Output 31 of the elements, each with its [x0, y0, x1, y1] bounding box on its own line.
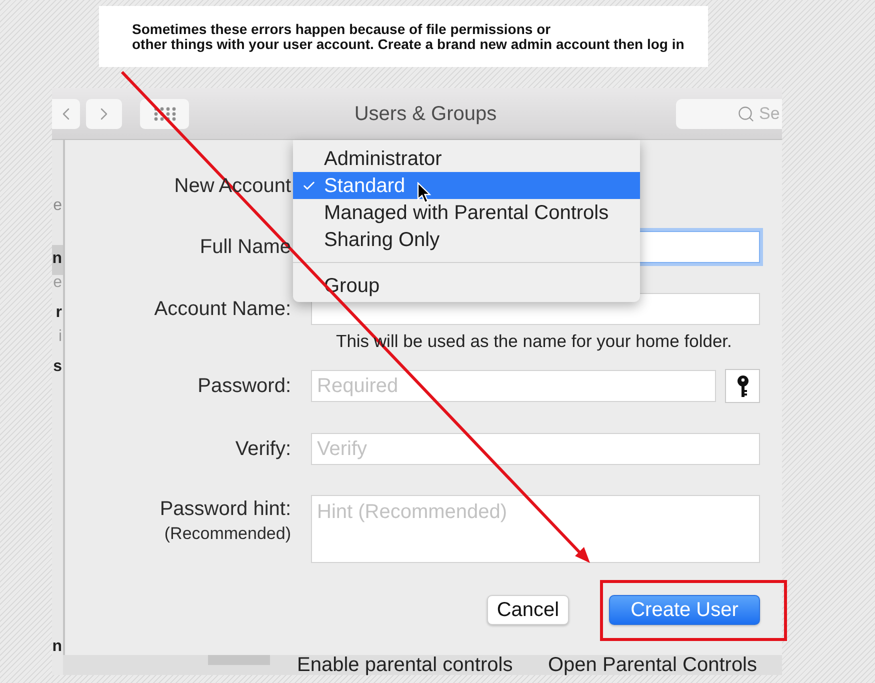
- field-label: Full Name: [200, 236, 291, 258]
- menu-item[interactable]: Standard: [293, 172, 640, 199]
- panel-button[interactable]: [208, 655, 270, 665]
- menu-item[interactable]: Sharing Only: [293, 226, 640, 253]
- cancel-button[interactable]: Cancel: [487, 595, 569, 625]
- field-label: Password hint:: [160, 498, 291, 521]
- text-field[interactable]: Verify: [311, 433, 760, 465]
- password-assistant-button[interactable]: [725, 369, 760, 403]
- sidebar-item[interactable]: s: [52, 353, 63, 383]
- sidebar-item[interactable]: n: [52, 639, 63, 655]
- sidebar-item[interactable]: r: [52, 299, 63, 329]
- password-field[interactable]: Required: [311, 370, 716, 402]
- window-title: Users & Groups: [354, 102, 497, 126]
- field-label: Password:: [198, 374, 291, 398]
- field-label: Account Name:: [154, 298, 291, 320]
- key-icon: [736, 375, 748, 397]
- field-label: Verify:: [235, 438, 291, 460]
- grid-icon: [154, 106, 176, 120]
- show-all-button[interactable]: [140, 98, 189, 128]
- search-icon: [737, 104, 755, 122]
- sidebar-item[interactable]: n: [52, 245, 63, 275]
- checkbox-label: Enable parental controls: [297, 655, 513, 675]
- menu-item[interactable]: Managed with Parental Controls: [293, 199, 640, 226]
- cursor-icon: [417, 182, 431, 204]
- back-button[interactable]: [52, 98, 80, 128]
- menu-item[interactable]: Administrator: [293, 145, 640, 172]
- field-sublabel: (Recommended): [164, 524, 291, 544]
- parental-controls-button[interactable]: Open Parental Controls: [548, 655, 758, 675]
- hint-field[interactable]: Hint (Recommended): [311, 495, 760, 563]
- forward-button[interactable]: [86, 98, 122, 128]
- annotation-text: Sometimes these errors happen because of file permissions or other things with your user account. Create a brand new admin account then log in: [132, 22, 686, 52]
